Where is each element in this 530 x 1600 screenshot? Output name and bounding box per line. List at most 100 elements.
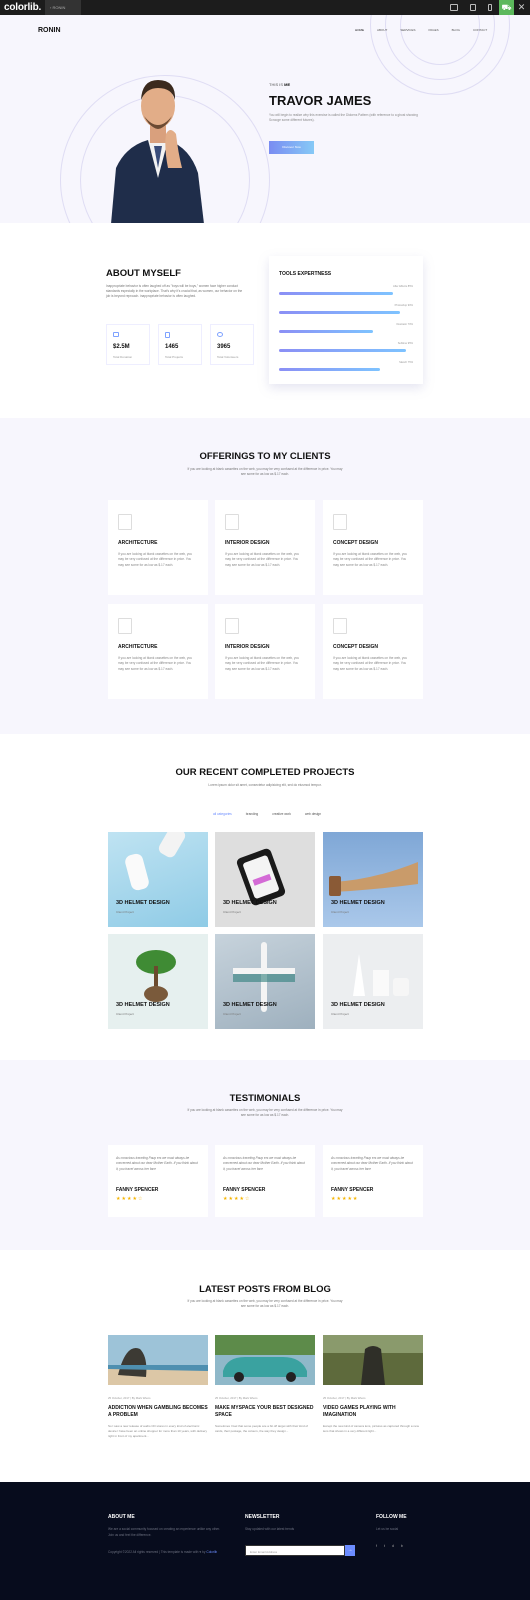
about-description: Inappropriate behavior is often laughed … (106, 284, 243, 299)
offering-title: INTERIOR DESIGN (225, 644, 270, 650)
skill-progress-bar (279, 292, 393, 295)
newsletter-title: NEWSLETTER (245, 1514, 280, 1520)
blog-title: LATEST POSTS FROM BLOG (199, 1284, 331, 1295)
testimonials-description: If you are looking at blank cassettes on… (187, 1108, 343, 1118)
hero-greeting-bold: ME (284, 82, 291, 87)
projects-description: Lorem ipsum dolor sit amet, consectetur … (208, 783, 322, 787)
filter-creative[interactable]: creative work (272, 812, 291, 816)
footer-about-description: We are a social community focused on cre… (108, 1527, 220, 1537)
testimonial-name: FANNY SPENCER (116, 1187, 159, 1193)
book-icon (165, 332, 170, 338)
mobile-icon[interactable] (488, 4, 492, 11)
project-title: 3D HELMET DESIGN (331, 900, 385, 906)
post-title[interactable]: VIDEO GAMES PLAYING WITH IMAGINATION (323, 1405, 423, 1418)
offering-card[interactable]: CONCEPT DESIGN If you are looking at blan… (323, 500, 423, 595)
about-title: ABOUT MYSELF (106, 268, 181, 279)
offering-card[interactable]: ARCHITECTURE If you are looking at blank … (108, 500, 208, 595)
stat-card: 1465 Total Projects (158, 324, 202, 365)
project-title: 3D HELMET DESIGN (331, 1002, 385, 1008)
project-subtitle: Client Project (116, 910, 134, 914)
site-logo[interactable]: RONIN (38, 27, 61, 34)
offering-card[interactable]: CONCEPT DESIGN If you are looking at blan… (323, 604, 423, 699)
post-meta: 25 October, 2017 | By Mark Wiens (108, 1396, 151, 1400)
project-subtitle: Client Project (116, 1012, 134, 1016)
testimonial-card: As conscious traveling Paup ers we must … (215, 1145, 315, 1217)
monitor-icon (113, 332, 119, 337)
stat-label: Total Volunteers (217, 355, 239, 359)
footer-about-title: ABOUT ME (108, 1514, 135, 1520)
building-icon (118, 618, 132, 634)
users-icon (217, 332, 223, 337)
stat-value: 1465 (165, 344, 179, 350)
filter-branding[interactable]: branding (246, 812, 258, 816)
template-tab[interactable]: ‹ RONIN (45, 0, 81, 15)
newsletter-email-input[interactable]: Enter Email Address (245, 1545, 345, 1556)
stat-card: $2.5M Total Donation (106, 324, 150, 365)
blog-post[interactable]: 25 October, 2017 | By Mark Wiens ADDICTI… (108, 1335, 208, 1438)
project-card[interactable]: 3D HELMET DESIGN Client Project (108, 832, 208, 927)
project-title: 3D HELMET DESIGN (223, 900, 277, 906)
project-card[interactable]: 3D HELMET DESIGN Client Project (323, 934, 423, 1029)
colorlib-link[interactable]: Colorlib (206, 1550, 217, 1554)
desktop-icon[interactable] (450, 4, 458, 11)
project-card[interactable]: 3D HELMET DESIGN Client Project (215, 832, 315, 927)
hero-greeting-text: THIS IS (269, 82, 284, 87)
project-card[interactable]: 3D HELMET DESIGN Client Project (323, 832, 423, 927)
hero-greeting: THIS IS ME (269, 82, 290, 87)
offering-card[interactable]: INTERIOR DESIGN If you are looking at bla… (215, 500, 315, 595)
dribbble-icon[interactable]: d (392, 1544, 394, 1548)
project-card[interactable]: 3D HELMET DESIGN Client Project (215, 934, 315, 1029)
building-icon (333, 514, 347, 530)
stat-value: 3965 (217, 344, 231, 350)
testimonial-quote: As conscious traveling Paup ers we must … (223, 1156, 305, 1171)
nav-about[interactable]: ABOUT (377, 28, 387, 32)
testimonial-name: FANNY SPENCER (331, 1187, 374, 1193)
star-rating-icon: ★★★★☆ (116, 1196, 144, 1202)
nav-services[interactable]: SERVICES (400, 28, 415, 32)
close-icon[interactable]: ✕ (515, 0, 528, 15)
nav-pages[interactable]: PAGES (428, 28, 438, 32)
testimonial-quote: As conscious traveling Paup ers we must … (116, 1156, 198, 1171)
tools-title: TOOLS EXPERTNESS (279, 271, 332, 277)
offering-description: If you are looking at blank cassettes on… (118, 656, 193, 671)
post-excerpt: Sometimes I feel that some people are a … (215, 1424, 308, 1433)
arrow-right-icon[interactable]: → (345, 1545, 355, 1556)
star-rating-icon: ★★★★★ (331, 1196, 359, 1202)
offering-title: INTERIOR DESIGN (225, 540, 270, 546)
cart-icon[interactable]: ⛟ (499, 0, 514, 15)
twitter-icon[interactable]: t (384, 1544, 385, 1548)
project-filters: all categories branding creative work we… (213, 812, 321, 816)
skill-label: After Effects 85% (393, 285, 413, 288)
skill-progress-bar (279, 311, 400, 314)
behance-icon[interactable]: b (401, 1544, 403, 1548)
tablet-icon[interactable] (470, 4, 476, 11)
stat-card: 3965 Total Volunteers (210, 324, 254, 365)
project-title: 3D HELMET DESIGN (116, 1002, 170, 1008)
skill-progress-bar (279, 368, 380, 371)
project-card[interactable]: 3D HELMET DESIGN Client Project (108, 934, 208, 1029)
offering-card[interactable]: INTERIOR DESIGN If you are looking at bla… (215, 604, 315, 699)
post-title[interactable]: MAKE MYSPACE YOUR BEST DESIGNED SPACE (215, 1405, 315, 1418)
filter-web-design[interactable]: web design (305, 812, 321, 816)
offering-description: If you are looking at blank cassettes on… (225, 552, 300, 567)
skill-label: Sketch 75% (399, 361, 413, 364)
blog-post[interactable]: 25 October, 2017 | By Mark Wiens VIDEO G… (323, 1335, 423, 1434)
copyright-text: Copyright ©2022 All rights reserved | Th… (108, 1550, 206, 1554)
blog-post[interactable]: 25 October, 2017 | By Mark Wiens MAKE MY… (215, 1335, 315, 1434)
nav-home[interactable]: HOME (355, 28, 364, 32)
colorlib-logo[interactable]: colorlib. (4, 2, 41, 13)
social-links: f t d b (376, 1544, 403, 1548)
offering-title: ARCHITECTURE (118, 644, 158, 650)
post-excerpt: So I saw a new release of audio CD store… (108, 1424, 208, 1438)
star-rating-icon: ★★★★☆ (223, 1196, 251, 1202)
hero-person-image (111, 80, 204, 223)
offering-card[interactable]: ARCHITECTURE If you are looking at blank … (108, 604, 208, 699)
nav-blog[interactable]: BLOG (452, 28, 460, 32)
post-title[interactable]: ADDICTION WHEN GAMBLING BECOMES A PROBLE… (108, 1405, 208, 1418)
facebook-icon[interactable]: f (376, 1544, 377, 1548)
filter-all[interactable]: all categories (213, 812, 232, 816)
discover-now-button[interactable]: Discover Now (269, 141, 314, 154)
blog-description: If you are looking at blank cassettes on… (187, 1299, 343, 1309)
project-subtitle: Client Project (331, 910, 349, 914)
nav-contact[interactable]: CONTACT (473, 28, 487, 32)
